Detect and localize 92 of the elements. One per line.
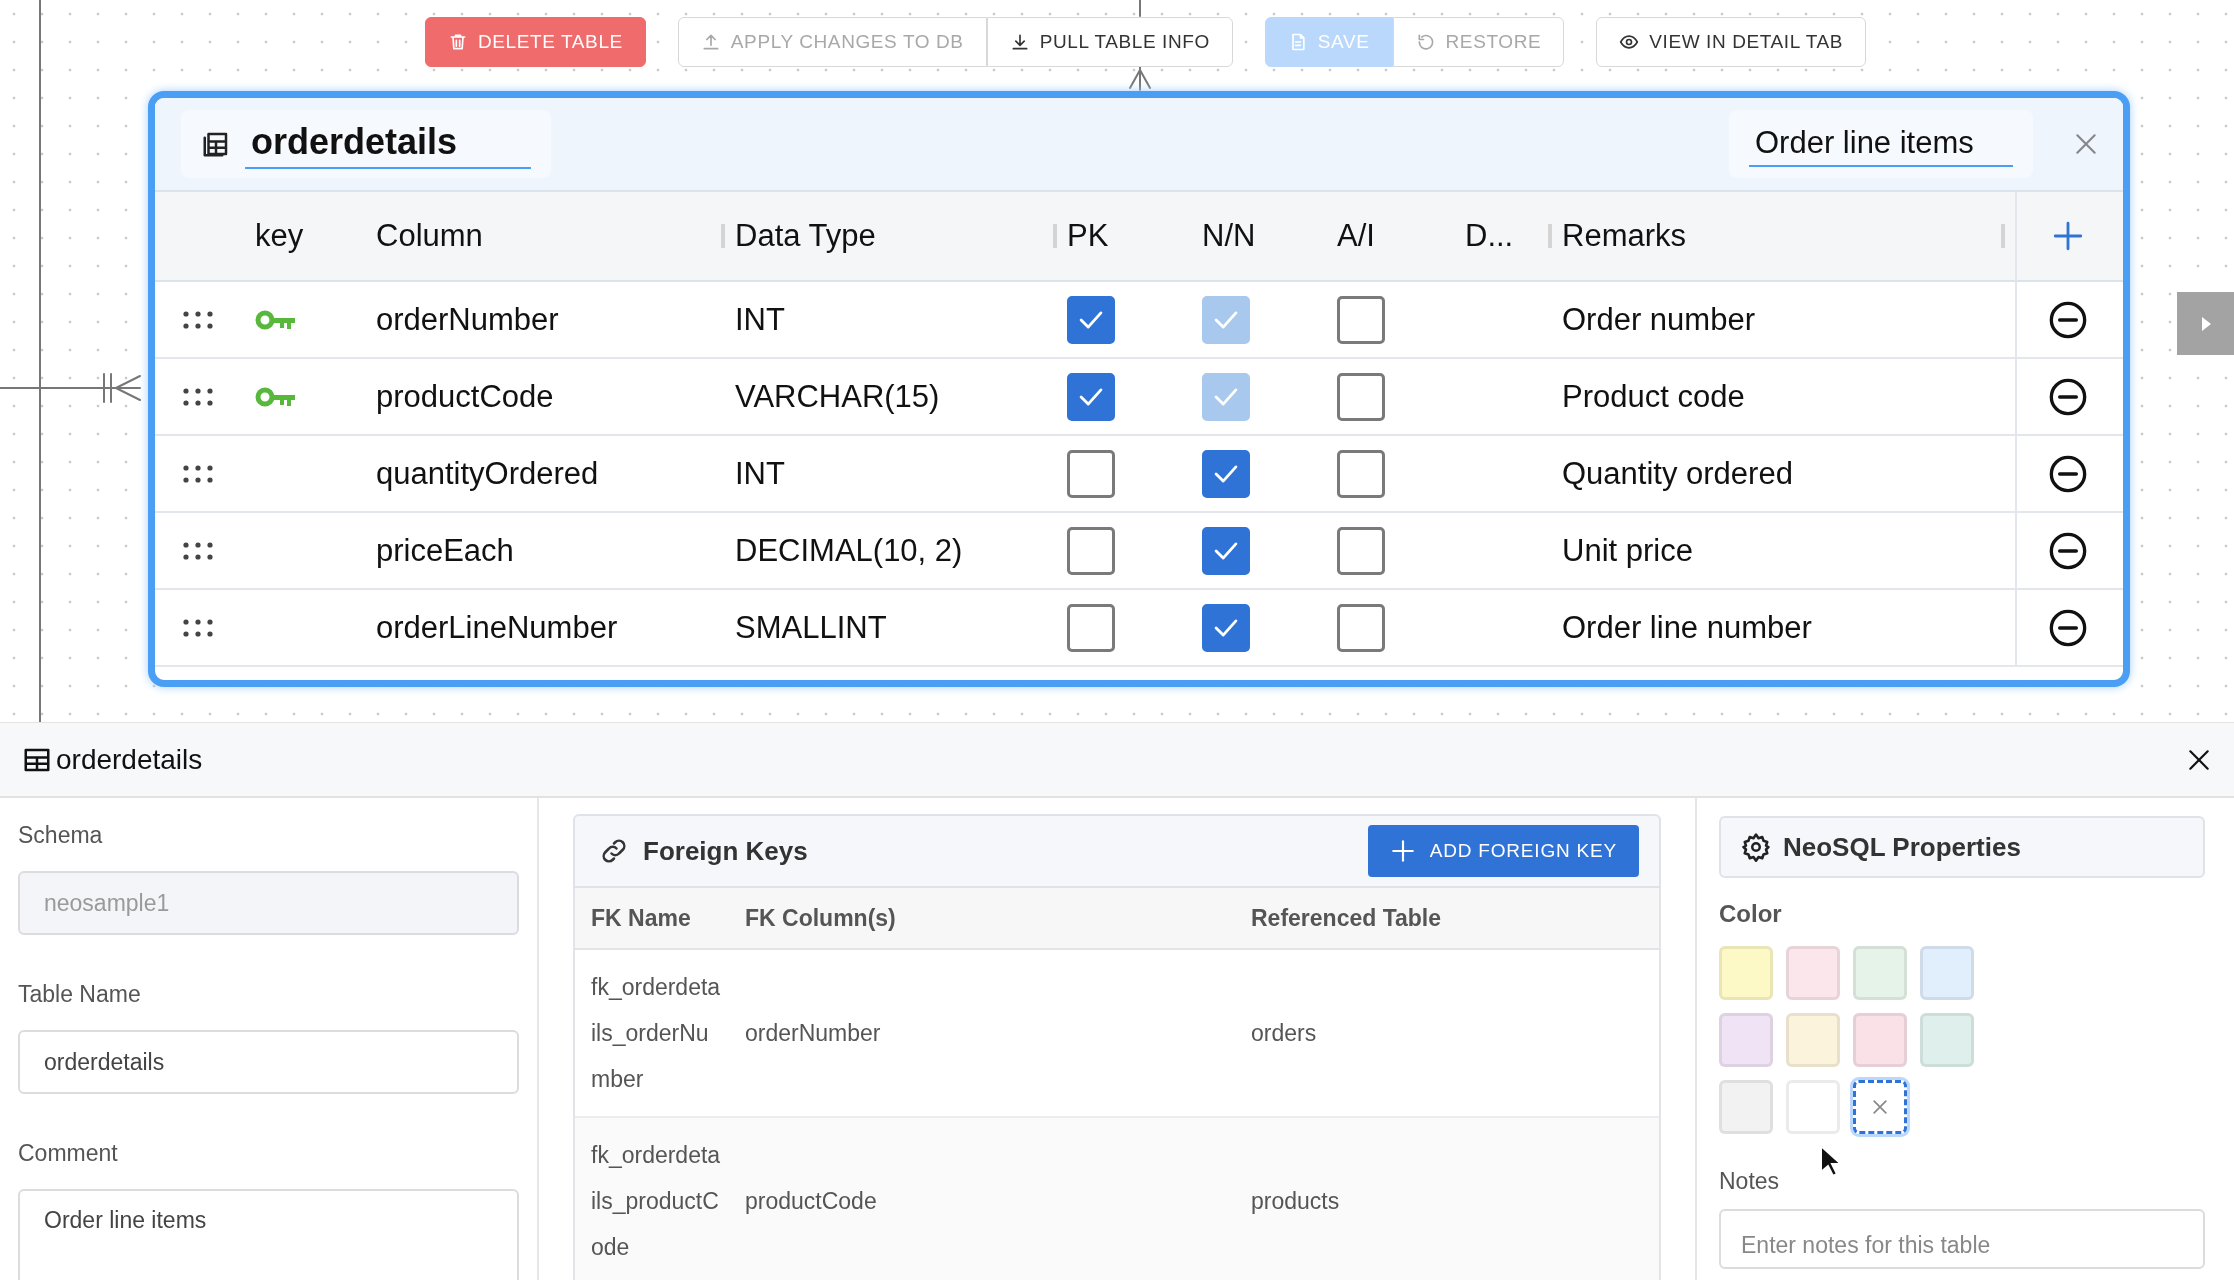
color-swatch[interactable] <box>1719 946 1773 1000</box>
column-header: Column <box>376 218 483 254</box>
checkbox[interactable] <box>1202 603 1250 652</box>
plus-icon <box>1389 838 1416 864</box>
color-swatch[interactable] <box>1719 1013 1773 1067</box>
color-swatch[interactable] <box>1719 1080 1773 1134</box>
clear-icon <box>1870 1097 1890 1117</box>
section-title: Foreign Keys <box>643 835 808 867</box>
data-type: INT <box>735 301 785 338</box>
drag-handle-icon[interactable] <box>181 463 215 484</box>
data-type: VARCHAR(15) <box>735 378 940 415</box>
remove-icon[interactable] <box>2048 299 2088 340</box>
add-foreign-key-button[interactable]: ADD FOREIGN KEY <box>1367 825 1639 877</box>
referenced-table: orders <box>1251 1010 1317 1056</box>
drag-handle-icon[interactable] <box>181 540 215 561</box>
checkbox[interactable] <box>1337 372 1385 421</box>
column-name: orderNumber <box>376 301 559 338</box>
input-field[interactable]: orderdetails <box>18 1030 519 1094</box>
fk-name: fk_orderdetails_orderNumber <box>591 973 722 1094</box>
drag-handle-icon[interactable] <box>181 617 215 638</box>
toolbar-button[interactable]: PULL TABLE INFO <box>986 17 1233 67</box>
column-name: orderLineNumber <box>376 609 618 646</box>
column-header: D... <box>1465 218 1514 254</box>
add-icon[interactable] <box>2051 219 2085 253</box>
color-swatch[interactable] <box>1920 1013 1974 1067</box>
column-header: A/I <box>1337 218 1375 254</box>
settings-icon <box>1741 832 1771 862</box>
remarks: Order number <box>1562 301 1755 338</box>
remarks: Product code <box>1562 378 1745 415</box>
column-name: quantityOrdered <box>376 455 599 492</box>
column-name: priceEach <box>376 532 514 569</box>
color-swatch[interactable] <box>1853 1013 1907 1067</box>
fk-column: productCode <box>745 1178 877 1224</box>
fk-column: orderNumber <box>745 1010 881 1056</box>
color-swatch[interactable] <box>1786 1013 1840 1067</box>
checkbox[interactable] <box>1337 449 1385 498</box>
checkbox[interactable] <box>1067 295 1115 344</box>
data-type: INT <box>735 455 785 492</box>
data-type: DECIMAL(10, 2) <box>735 532 963 569</box>
no-color-swatch[interactable] <box>1853 1080 1907 1134</box>
remove-icon[interactable] <box>2048 376 2088 417</box>
checkbox[interactable] <box>1202 449 1250 498</box>
field-label: Notes <box>1719 1168 1781 1195</box>
notes-field[interactable]: Enter notes for this table <box>1719 1209 2205 1269</box>
remove-icon[interactable] <box>2048 607 2088 648</box>
field-label: Schema <box>18 822 104 849</box>
field-label: Color <box>1719 900 1783 928</box>
table-row[interactable]: quantityOrdered INT Quantity ordered <box>155 436 2123 513</box>
column-header: N/N <box>1202 218 1256 254</box>
table-row[interactable]: orderNumber INT Order number <box>155 282 2123 359</box>
column-header: Referenced Table <box>1251 904 1442 932</box>
color-swatch[interactable] <box>1920 946 1974 1000</box>
column-header: key <box>255 218 304 254</box>
column-header: PK <box>1067 218 1109 254</box>
checkbox[interactable] <box>1067 449 1115 498</box>
eye-icon <box>1619 32 1640 52</box>
column-header: Data Type <box>735 218 876 254</box>
panel-toggle-button[interactable] <box>2177 292 2234 355</box>
column-header: FK Name <box>591 904 691 932</box>
color-swatch[interactable] <box>1853 946 1907 1000</box>
remove-icon[interactable] <box>2048 530 2088 571</box>
checkbox[interactable] <box>1067 603 1115 652</box>
field-label: Table Name <box>18 981 142 1008</box>
column-header: FK Column(s) <box>745 904 896 932</box>
toolbar-button[interactable]: VIEW IN DETAIL TAB <box>1596 17 1867 67</box>
section-title: NeoSQL Properties <box>1783 831 2021 863</box>
table-row[interactable]: productCode VARCHAR(15) Product code <box>155 359 2123 436</box>
table-row[interactable]: priceEach DECIMAL(10, 2) Unit price <box>155 513 2123 590</box>
column-name: productCode <box>376 378 554 415</box>
checkbox[interactable] <box>1337 526 1385 575</box>
remarks: Unit price <box>1562 532 1693 569</box>
fk-name: fk_orderdetails_productCode <box>591 1141 722 1262</box>
checkbox[interactable] <box>1067 372 1115 421</box>
trash-icon <box>448 32 468 52</box>
panel-title: orderdetails <box>56 743 203 776</box>
field-label: Comment <box>18 1140 119 1167</box>
table-card[interactable] <box>148 91 2130 687</box>
input-field[interactable]: Order line items <box>18 1189 519 1280</box>
referenced-table: products <box>1251 1178 1340 1224</box>
drag-handle-icon[interactable] <box>181 309 215 330</box>
remove-icon[interactable] <box>2048 453 2088 494</box>
checkbox[interactable] <box>1337 295 1385 344</box>
checkbox[interactable] <box>1067 526 1115 575</box>
table-row[interactable]: orderLineNumber SMALLINT Order line number <box>155 590 2123 667</box>
color-swatch[interactable] <box>1786 946 1840 1000</box>
checkbox[interactable] <box>1337 603 1385 652</box>
data-type: SMALLINT <box>735 609 887 646</box>
column-header: Remarks <box>1562 218 1686 254</box>
remarks: Quantity ordered <box>1562 455 1793 492</box>
checkbox[interactable] <box>1202 526 1250 575</box>
drag-handle-icon[interactable] <box>181 386 215 407</box>
remarks: Order line number <box>1562 609 1812 646</box>
